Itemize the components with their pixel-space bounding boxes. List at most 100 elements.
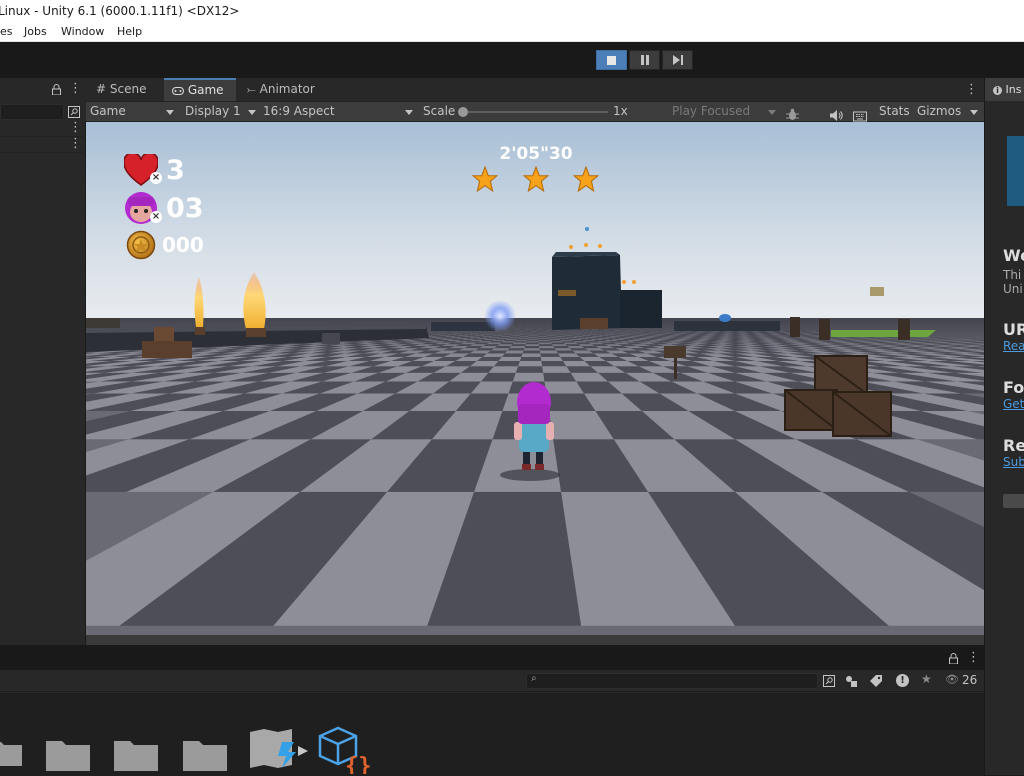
- filter-type-icon[interactable]: [845, 675, 857, 687]
- tab-animator[interactable]: ⤚ Animator: [247, 78, 327, 101]
- floor-tile: [513, 373, 545, 382]
- scale-label: Scale: [423, 102, 455, 121]
- hud-character-value: 03: [166, 192, 204, 226]
- game-viewport[interactable]: 2'05"30 × 3 × 03 000: [86, 122, 984, 645]
- step-button[interactable]: [662, 50, 693, 70]
- game-scene[interactable]: [86, 122, 984, 645]
- folder-icon[interactable]: [183, 738, 227, 771]
- kebab-menu-icon[interactable]: ⋮: [69, 80, 82, 98]
- project-search-input[interactable]: ⌕: [526, 673, 818, 689]
- visibility-eye-icon[interactable]: 👁: [945, 673, 959, 686]
- lock-icon[interactable]: [949, 653, 958, 664]
- step-icon: [672, 55, 684, 65]
- floor-tile: [494, 361, 520, 366]
- project-assets-area: {}: [0, 693, 984, 776]
- tab-scene-label: Scene: [110, 82, 147, 96]
- search-scope-icon[interactable]: [68, 106, 80, 118]
- chevron-down-icon: [405, 110, 413, 115]
- section-line: Uni: [1003, 282, 1024, 296]
- gizmos-button[interactable]: Gizmos: [917, 102, 961, 121]
- scale-value: 1x: [613, 102, 628, 121]
- chevron-down-icon: [166, 110, 174, 115]
- search-scope-icon[interactable]: [823, 675, 835, 687]
- tab-scene[interactable]: # Scene: [96, 78, 166, 101]
- hud-coins: 000: [126, 230, 226, 260]
- star-icon: [472, 166, 498, 192]
- chevron-down-icon[interactable]: [970, 110, 978, 115]
- scale-slider[interactable]: [458, 102, 608, 121]
- floor-tile: [543, 373, 576, 382]
- hud-character: × 03: [124, 191, 214, 227]
- hierarchy-row[interactable]: ⋮: [0, 122, 86, 137]
- scene-asset-icon[interactable]: [248, 728, 310, 774]
- section-heading: Re: [1003, 436, 1024, 455]
- label-tag-icon[interactable]: [870, 675, 882, 687]
- search-icon: ⌕: [531, 673, 537, 684]
- game-mode-dropdown[interactable]: Game: [90, 102, 176, 121]
- section-link[interactable]: Sub: [1003, 455, 1024, 469]
- play-focused-dropdown[interactable]: Play Focused: [672, 102, 778, 121]
- kebab-menu-icon[interactable]: ⋮: [967, 649, 980, 667]
- floor-tile: [541, 361, 566, 366]
- floor-tile: [542, 366, 570, 373]
- scale-slider-handle[interactable]: [458, 107, 468, 117]
- project-toolbar: ⌕ ! ★ 👁 26: [0, 670, 984, 692]
- section-link[interactable]: Get: [1003, 397, 1024, 411]
- section-line: Thi: [1003, 268, 1024, 282]
- chevron-down-icon: [248, 110, 256, 115]
- game-mode-label: Game: [90, 104, 126, 118]
- warning-filter-icon[interactable]: !: [896, 674, 909, 687]
- hud-lives: × 3: [124, 154, 214, 188]
- hud-timer: 2'05"30: [476, 144, 596, 164]
- lock-icon[interactable]: [52, 84, 61, 95]
- view-tab-bar: # Scene Game ⤚ Animator ⋮: [86, 78, 984, 101]
- multiply-icon: ×: [150, 172, 162, 184]
- section-heading: We: [1003, 246, 1024, 265]
- menu-item-window[interactable]: Window: [61, 22, 104, 42]
- info-icon: i: [993, 86, 1002, 95]
- inspector-button[interactable]: [1003, 494, 1024, 508]
- pause-button[interactable]: [629, 50, 660, 70]
- folder-icon[interactable]: [114, 738, 158, 771]
- floor-tile: [518, 361, 542, 366]
- folder-icon[interactable]: [46, 738, 90, 771]
- main-toolbar: [0, 42, 1024, 78]
- menu-item-files[interactable]: es: [0, 22, 13, 42]
- stats-button[interactable]: Stats: [879, 102, 910, 121]
- hierarchy-search-input[interactable]: [0, 104, 64, 120]
- tab-inspector[interactable]: i Ins: [985, 78, 1024, 101]
- folder-icon[interactable]: [0, 738, 22, 766]
- aspect-dropdown[interactable]: 16:9 Aspect: [263, 102, 413, 121]
- preview-thumbnail: [1007, 136, 1024, 206]
- section-heading: UR: [1003, 320, 1024, 339]
- kebab-menu-icon[interactable]: ⋮: [965, 81, 978, 99]
- menu-item-jobs[interactable]: Jobs: [24, 22, 47, 42]
- bottom-bar: [86, 635, 984, 645]
- play-focused-label: Play Focused: [672, 104, 750, 118]
- star-icon: [523, 166, 549, 192]
- section-heading: Fo: [1003, 378, 1024, 397]
- pause-icon: [640, 55, 650, 65]
- kebab-menu-icon[interactable]: ⋮: [69, 120, 82, 135]
- kebab-menu-icon[interactable]: ⋮: [69, 136, 82, 151]
- svg-text:{}: {}: [345, 754, 372, 774]
- tab-game[interactable]: Game: [164, 78, 236, 101]
- hidden-count: 26: [962, 673, 977, 687]
- display-dropdown[interactable]: Display 1: [185, 102, 257, 121]
- hud-coins-value: 000: [162, 232, 204, 258]
- inspector-section: UR Rea: [1003, 320, 1024, 353]
- hierarchy-search-row: [0, 102, 86, 121]
- inspector-section: Re Sub: [1003, 436, 1024, 469]
- hierarchy-row[interactable]: ⋮: [0, 138, 86, 153]
- script-asset-icon[interactable]: {}: [318, 726, 374, 774]
- menu-item-help[interactable]: Help: [117, 22, 142, 42]
- section-link[interactable]: Rea: [1003, 339, 1024, 353]
- tab-game-label: Game: [188, 83, 224, 97]
- aspect-label: 16:9 Aspect: [263, 104, 335, 118]
- favorite-star-icon[interactable]: ★: [921, 672, 932, 686]
- tab-inspector-label: Ins: [1006, 83, 1022, 96]
- stop-button[interactable]: [596, 50, 627, 70]
- star-icon: [573, 166, 599, 192]
- inspector-section: Fo Get: [1003, 378, 1024, 411]
- chevron-down-icon: [768, 110, 776, 115]
